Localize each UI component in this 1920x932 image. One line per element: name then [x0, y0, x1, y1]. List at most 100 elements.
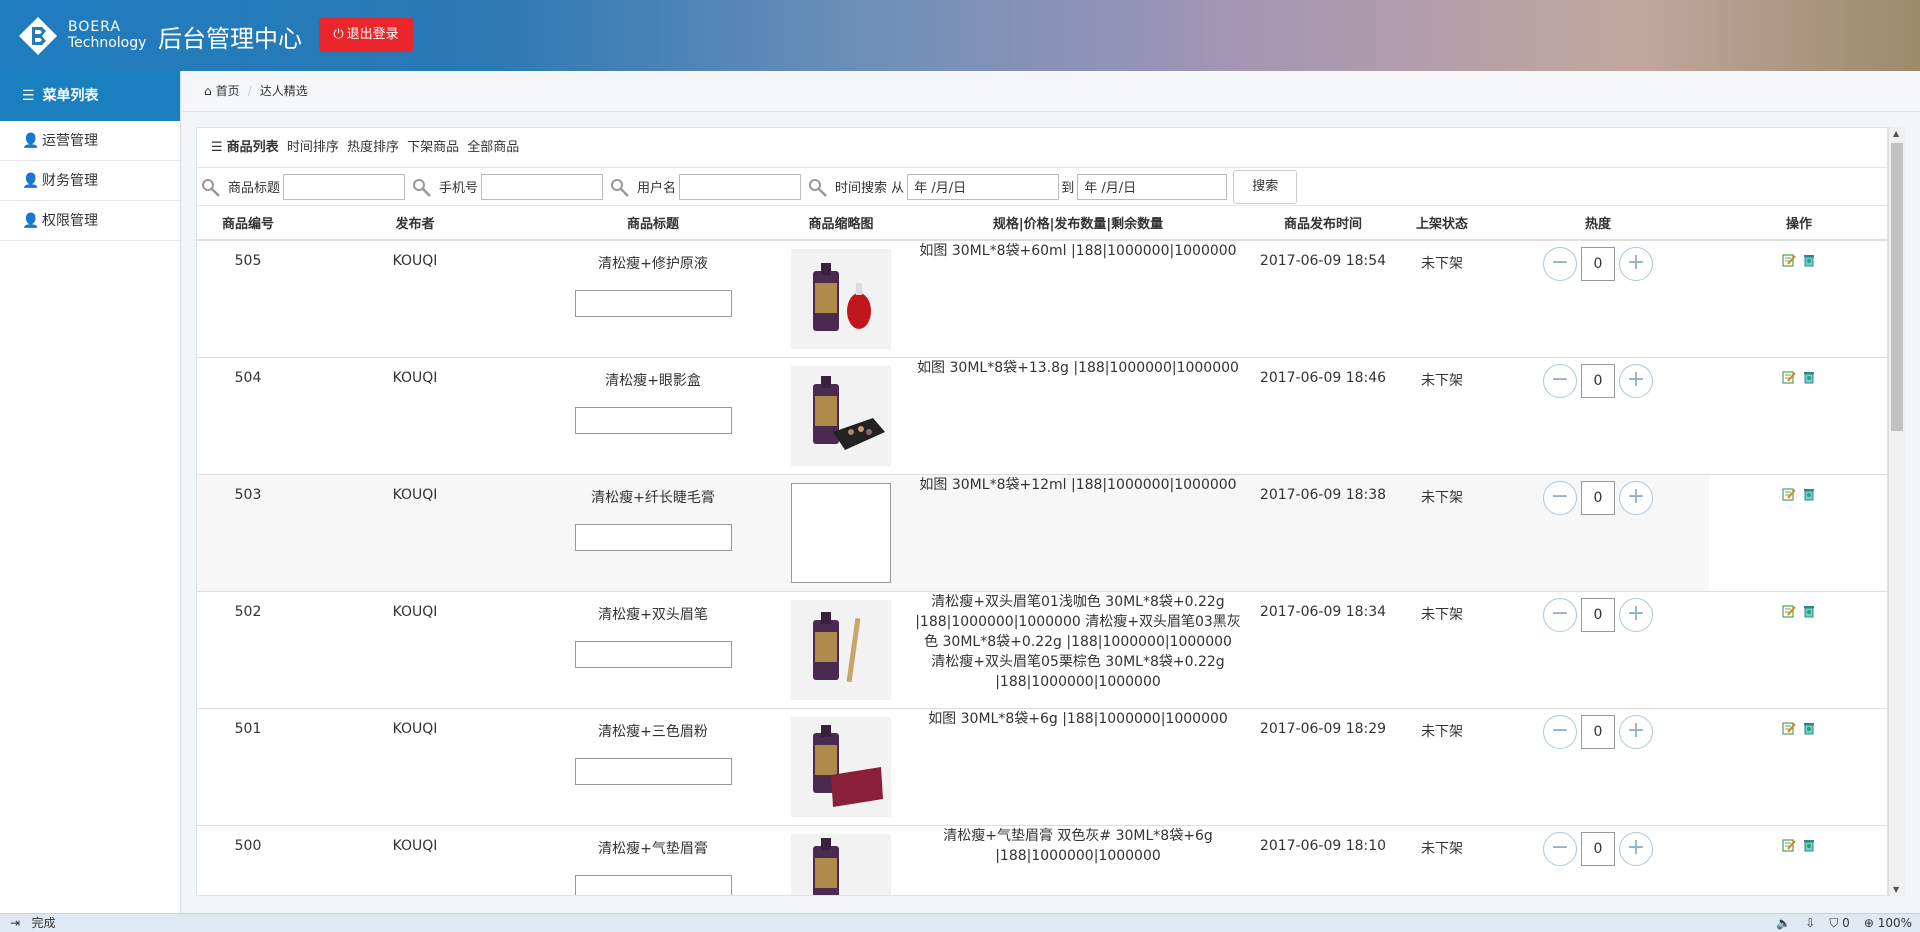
product-thumbnail — [791, 599, 891, 700]
minus-button[interactable]: − — [1543, 714, 1577, 749]
heat-value[interactable]: 0 — [1581, 247, 1615, 281]
delete-icon[interactable] — [1802, 604, 1816, 618]
date-from-input[interactable] — [907, 173, 1060, 200]
delete-icon[interactable] — [1802, 721, 1816, 735]
delete-icon[interactable] — [1802, 487, 1816, 501]
spec-text: 如图 30ML*8袋+6g |188|1000000|1000000 — [928, 710, 1228, 727]
cell-id: 500 — [197, 824, 299, 895]
sidebar-item-operations[interactable]: 👤 运营管理 — [0, 121, 180, 161]
scroll-up-icon[interactable]: ▲ — [1893, 129, 1899, 138]
delete-icon[interactable] — [1802, 370, 1816, 384]
cell-actions — [1709, 824, 1887, 895]
minus-button[interactable]: − — [1543, 597, 1577, 632]
app-title: 后台管理中心 — [158, 25, 302, 53]
heat-stepper: −0 + — [1543, 480, 1653, 515]
cell-time: 2017-06-09 18:54 — [1249, 239, 1397, 357]
edit-icon[interactable] — [1782, 487, 1796, 501]
col-header-heat: 热度 — [1487, 206, 1709, 241]
logout-button[interactable]: ⏻ 退出登录 — [319, 18, 413, 52]
title-edit-input[interactable] — [574, 874, 732, 895]
username-search-input[interactable] — [679, 173, 802, 200]
minus-button[interactable]: − — [1543, 831, 1577, 866]
plus-button[interactable]: + — [1619, 363, 1653, 398]
minus-button[interactable]: − — [1543, 363, 1577, 398]
title-edit-input[interactable] — [574, 406, 732, 434]
title-edit-input[interactable] — [574, 640, 732, 668]
cell-publisher: KOUQI — [299, 239, 531, 357]
menu-title-label: 菜单列表 — [42, 88, 99, 104]
sidebar-item-label: 财务管理 — [42, 173, 98, 189]
edit-icon[interactable] — [1782, 721, 1796, 735]
status-bar: ⇥ 完成 🔈 ⇩ ⛉ 0 ⊕ 100% — [0, 913, 1920, 932]
logo-icon — [19, 17, 57, 55]
product-title: 清松瘦+三色眉粉 — [598, 723, 708, 740]
cell-title: 清松瘦+眼影盒 — [531, 356, 775, 474]
phone-search-input[interactable] — [481, 173, 604, 200]
cell-thumbnail — [775, 473, 907, 591]
delete-icon[interactable] — [1802, 838, 1816, 852]
cell-publisher: KOUQI — [299, 590, 531, 708]
cell-status: 未下架 — [1397, 590, 1487, 708]
user-icon: 👤 — [22, 133, 40, 149]
date-to-input[interactable] — [1077, 173, 1228, 200]
minus-button[interactable]: − — [1543, 480, 1577, 515]
edit-icon[interactable] — [1782, 253, 1796, 267]
brand-logo: BOERA Technology — [18, 16, 148, 56]
panel-title: 商品列表 — [226, 140, 279, 155]
breadcrumb-home[interactable]: 首页 — [216, 84, 240, 98]
product-image — [813, 263, 871, 331]
spec-text: 如图 30ML*8袋+12ml |188|1000000|1000000 — [919, 476, 1237, 493]
cell-actions — [1709, 356, 1887, 474]
product-title: 清松瘦+眼影盒 — [605, 372, 701, 389]
cell-id: 504 — [197, 356, 299, 474]
plus-button[interactable]: + — [1619, 831, 1653, 866]
cell-heat: −0 + — [1487, 239, 1709, 357]
title-edit-input[interactable] — [574, 757, 732, 785]
plus-button[interactable]: + — [1619, 714, 1653, 749]
speaker-icon[interactable]: 🔈 — [1776, 914, 1791, 932]
status-text: 完成 — [31, 916, 56, 930]
title-edit-input[interactable] — [574, 523, 732, 551]
sidebar-item-permissions[interactable]: 👤 权限管理 — [0, 201, 180, 241]
cell-title: 清松瘦+双头眉笔 — [531, 590, 775, 708]
edit-icon[interactable] — [1782, 604, 1796, 618]
scroll-down-icon[interactable]: ▼ — [1893, 885, 1899, 894]
heat-value[interactable]: 0 — [1581, 363, 1615, 398]
edit-icon[interactable] — [1782, 370, 1796, 384]
title-search-input[interactable] — [283, 173, 406, 200]
search-button[interactable]: 搜索 — [1233, 169, 1298, 204]
breadcrumb-current: 达人精选 — [259, 84, 308, 98]
plus-button[interactable]: + — [1619, 480, 1653, 515]
user-icon: 👤 — [22, 213, 40, 229]
sidebar-menu-title[interactable]: ☰ 菜单列表 — [0, 71, 180, 121]
table-row: 504 KOUQI 清松瘦+眼影盒 如图 30ML*8袋+13.8g |188|100… — [197, 356, 1887, 474]
download-icon[interactable]: ⇩ — [1805, 914, 1815, 932]
zoom-icon[interactable]: ⊕ 100% — [1864, 914, 1912, 932]
shield-icon[interactable]: ⛉ 0 — [1829, 914, 1849, 932]
sort-by-time-link[interactable]: 时间排序 — [287, 140, 339, 155]
edit-icon[interactable] — [1782, 838, 1796, 852]
plus-button[interactable]: + — [1619, 597, 1653, 632]
heat-value[interactable]: 0 — [1581, 480, 1615, 515]
sort-by-heat-link[interactable]: 热度排序 — [347, 140, 399, 155]
scrollbar-thumb[interactable] — [1891, 143, 1903, 431]
all-products-link[interactable]: 全部商品 — [467, 140, 519, 155]
search-icon — [202, 178, 220, 197]
title-edit-input[interactable] — [574, 290, 732, 317]
vertical-scrollbar[interactable]: ▲ ▼ — [1888, 127, 1905, 896]
cell-publisher: KOUQI — [299, 356, 531, 474]
heat-value[interactable]: 0 — [1581, 831, 1615, 866]
heat-stepper: −0 + — [1543, 714, 1653, 749]
cell-time: 2017-06-09 18:29 — [1249, 707, 1397, 825]
logo-line1: BOERA — [68, 19, 121, 35]
offshelf-products-link[interactable]: 下架商品 — [407, 140, 459, 155]
cell-heat: −0 + — [1487, 356, 1709, 474]
sidebar-item-finance[interactable]: 👤 财务管理 — [0, 161, 180, 201]
product-title: 清松瘦+双头眉笔 — [598, 606, 708, 623]
minus-button[interactable]: − — [1543, 247, 1577, 281]
heat-value[interactable]: 0 — [1581, 714, 1615, 749]
heat-value[interactable]: 0 — [1581, 597, 1615, 632]
delete-icon[interactable] — [1802, 253, 1816, 267]
plus-button[interactable]: + — [1619, 247, 1653, 281]
sidebar-toggle-icon[interactable]: ⇥ — [10, 916, 20, 930]
